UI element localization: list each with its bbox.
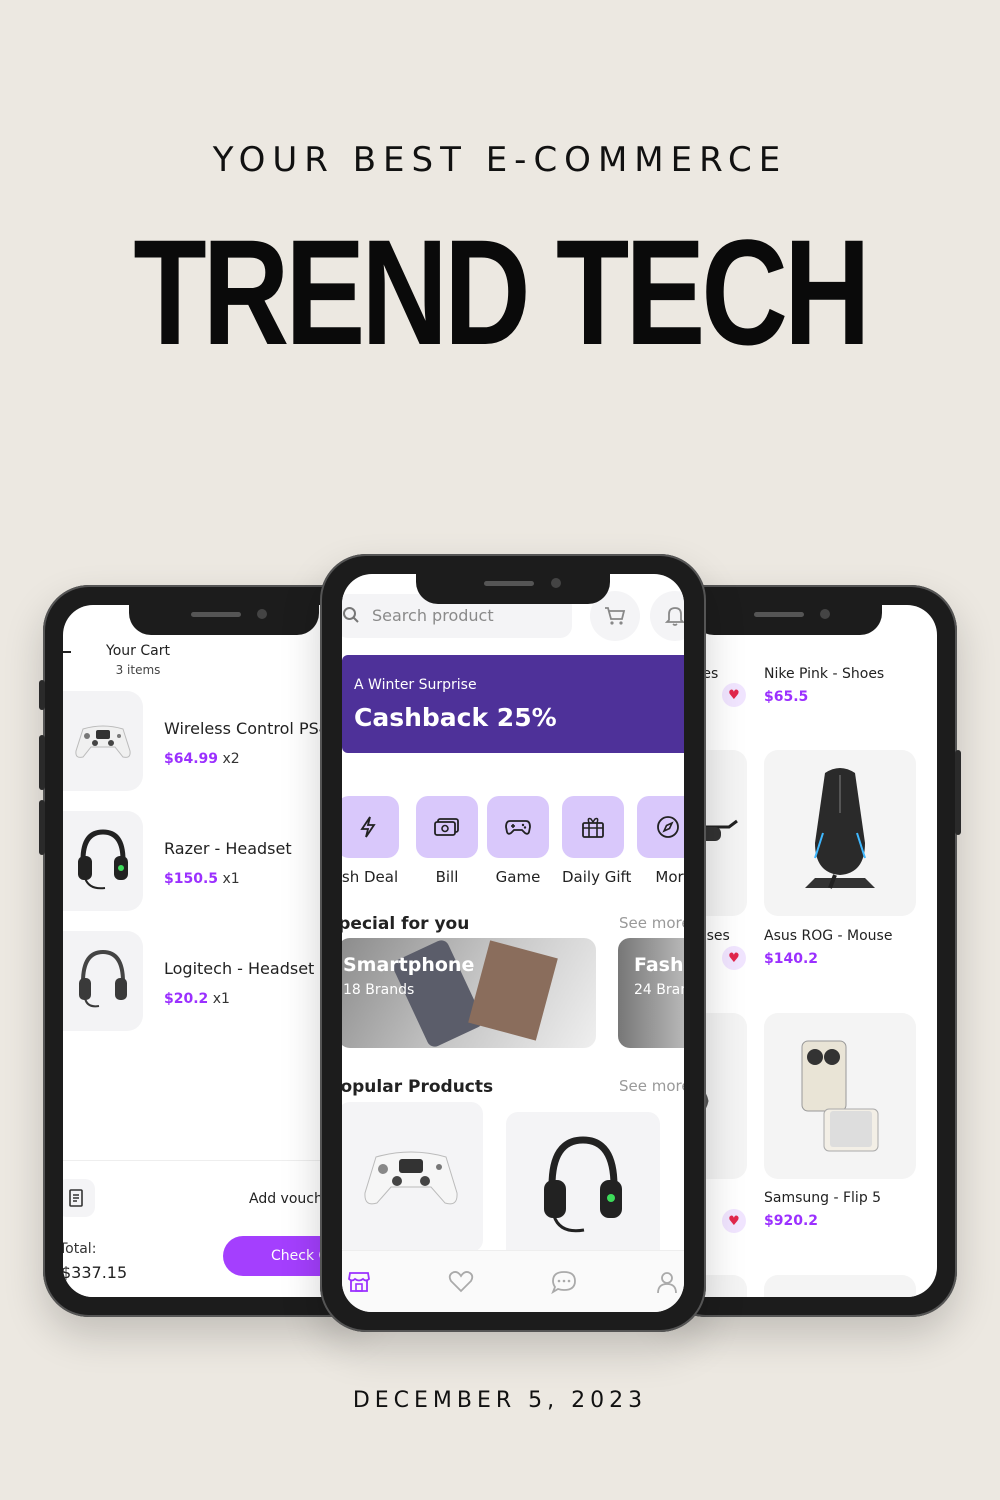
cart-item[interactable]: Logitech - Headset $20.2 x1: [63, 931, 363, 1031]
headset-icon: [63, 811, 143, 911]
headset-icon: [63, 931, 143, 1031]
category-label: Flash Deal: [342, 868, 399, 886]
cart-title: Your Cart: [106, 643, 170, 659]
category-bill[interactable]: Bill: [416, 796, 478, 886]
gamepad-icon: [363, 1151, 458, 1205]
product-price: $140.2: [764, 951, 819, 967]
book-image: [468, 940, 558, 1041]
special-card-subtitle: 24 Brands: [634, 982, 684, 998]
chat-icon[interactable]: [549, 1267, 579, 1297]
bill-icon: [416, 796, 478, 858]
search-icon: [342, 606, 360, 628]
product-name: Nike Pink - Shoes: [764, 666, 885, 682]
category-label: More: [655, 868, 684, 886]
cart-item[interactable]: Razer - Headset $150.5 x1: [63, 811, 363, 911]
home-phone: Search product A Winter Surprise Cashbac…: [320, 554, 706, 1332]
special-see-more-link[interactable]: See more: [619, 914, 684, 932]
heart-icon[interactable]: ♥: [722, 1209, 746, 1233]
cart-item-name: Razer - Headset: [164, 839, 292, 858]
special-card-subtitle: 18 Brands: [343, 982, 415, 998]
promo-banner[interactable]: A Winter Surprise Cashback 25%: [342, 655, 684, 753]
total-label: Total:: [63, 1241, 97, 1257]
popular-product-card[interactable]: [342, 1102, 483, 1252]
banner-title: Cashback 25%: [354, 703, 557, 732]
special-card-title: Smartphone: [343, 954, 475, 976]
cart-item-price: $20.2 x1: [164, 991, 230, 1007]
popular-see-more-link[interactable]: See more: [619, 1077, 684, 1095]
page-title: TREND TECH: [133, 208, 870, 376]
smartphone-card[interactable]: Smartphone 18 Brands: [342, 938, 596, 1048]
popular-product-card[interactable]: [506, 1112, 660, 1262]
category-daily-gift[interactable]: Daily Gift: [562, 796, 632, 886]
headset-icon: [544, 1136, 622, 1233]
bolt-icon: [342, 796, 399, 858]
cart-header: Your Cart 3 items: [63, 643, 213, 677]
fashion-card[interactable]: Fashion 24 Brands: [618, 938, 684, 1048]
category-label: Daily Gift: [562, 868, 632, 886]
bottom-tab-bar: [342, 1250, 684, 1312]
gift-icon: [562, 796, 624, 858]
power-button: [955, 750, 961, 835]
search-placeholder: Search product: [372, 606, 494, 625]
bell-icon[interactable]: [650, 591, 684, 641]
tagline: YOUR BEST E-COMMERCE: [212, 140, 788, 180]
compass-icon: [637, 796, 684, 858]
mouse-image[interactable]: [764, 750, 916, 916]
gamepad-icon: [487, 796, 549, 858]
category-label: Bill: [435, 868, 459, 886]
phone-image[interactable]: [764, 1013, 916, 1179]
heart-icon[interactable]: ♥: [722, 946, 746, 970]
heart-icon[interactable]: [446, 1267, 476, 1297]
special-card-title: Fashion: [634, 954, 684, 976]
heart-icon[interactable]: ♥: [722, 683, 746, 707]
notch: [129, 605, 320, 635]
gamepad-icon: [63, 691, 143, 791]
mute-switch: [39, 680, 45, 710]
cart-item-price: $150.5 x1: [164, 871, 240, 887]
notch: [416, 574, 610, 604]
category-more[interactable]: More: [637, 796, 684, 886]
cart-item-count: 3 items: [115, 663, 161, 677]
cart-item[interactable]: Wireless Control PS4 $64.99 x2: [63, 691, 363, 791]
user-icon[interactable]: [652, 1267, 682, 1297]
product-image[interactable]: [764, 1275, 916, 1297]
cart-item-price: $64.99 x2: [164, 751, 240, 767]
category-flash-deal[interactable]: Flash Deal: [342, 796, 399, 886]
product-name: Asus ROG - Mouse: [764, 928, 893, 944]
receipt-icon[interactable]: [63, 1179, 95, 1217]
cart-item-name: Logitech - Headset: [164, 959, 315, 978]
banner-subtitle: A Winter Surprise: [354, 677, 477, 693]
popular-section-title: Popular Products: [342, 1077, 494, 1097]
product-price: $920.2: [764, 1213, 819, 1229]
notch: [692, 605, 883, 635]
date-label: DECEMBER 5, 2023: [352, 1388, 648, 1413]
total-value: $337.15: [63, 1263, 128, 1282]
category-label: Game: [495, 868, 541, 886]
category-game[interactable]: Game: [487, 796, 549, 886]
volume-up-button: [39, 735, 45, 790]
product-name: Samsung - Flip 5: [764, 1190, 882, 1206]
home-screen: Search product A Winter Surprise Cashbac…: [342, 574, 684, 1312]
special-section-title: Special for you: [342, 914, 470, 934]
product-price: $65.5: [764, 689, 809, 705]
cart-item-name: Wireless Control PS4: [164, 719, 329, 738]
shop-icon[interactable]: [344, 1267, 374, 1297]
volume-down-button: [39, 800, 45, 855]
